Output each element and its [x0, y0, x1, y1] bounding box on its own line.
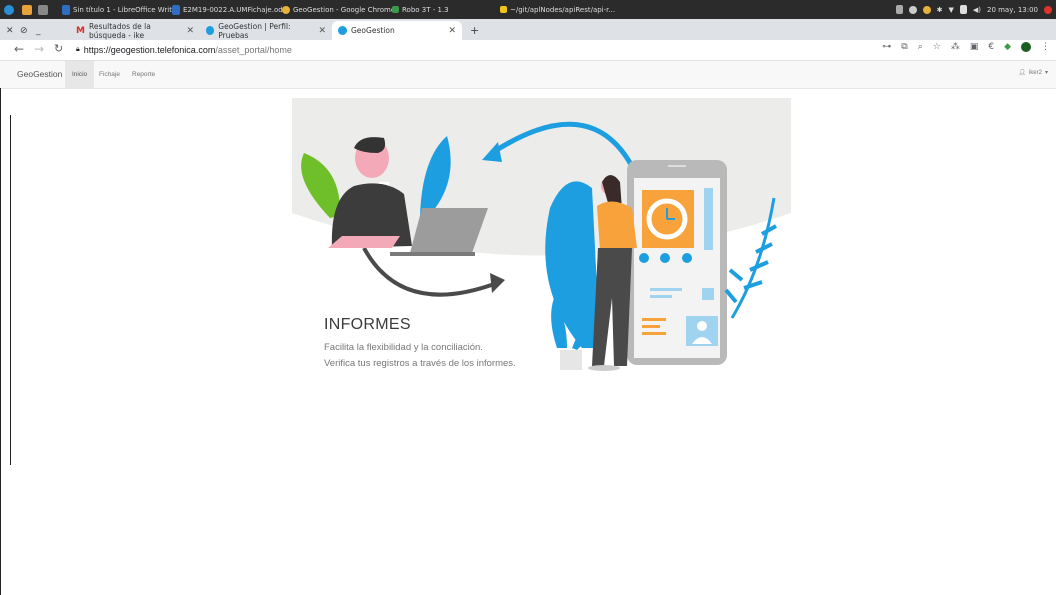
- browser-toolbar: ← → ↻ 🔒︎ https://geogestion.telefonica.c…: [0, 40, 1056, 61]
- close-tab-icon[interactable]: ✕: [318, 26, 326, 36]
- user-icon: 👤︎: [1018, 70, 1026, 76]
- woman-pants: [592, 248, 632, 366]
- tab-label: GeoGestion | Perfil: Pruebas: [218, 21, 291, 40]
- tab-geogestion[interactable]: GeoGestion ✕: [332, 21, 462, 40]
- reload-icon[interactable]: ↻: [54, 42, 63, 55]
- tab-label: GeoGestion: [351, 26, 395, 35]
- geogestion-favicon-icon: [338, 26, 347, 35]
- battery-icon[interactable]: [959, 5, 967, 14]
- zoom-icon[interactable]: ⌕: [918, 42, 923, 52]
- back-icon[interactable]: ←: [14, 42, 24, 56]
- gmail-icon: M: [76, 25, 85, 36]
- terminal-icon[interactable]: [38, 0, 48, 19]
- lock-icon: 🔒︎: [76, 46, 80, 53]
- user-menu[interactable]: 👤︎ iker2 ▾: [1018, 69, 1048, 77]
- file-manager-icon[interactable]: [22, 0, 32, 19]
- phone-sidebar: [704, 188, 713, 250]
- key-icon[interactable]: ⊶: [882, 42, 891, 52]
- window-edge: [0, 88, 1, 595]
- clock[interactable]: 20 may, 13:00: [987, 6, 1038, 14]
- tab-perfil[interactable]: GeoGestion | Perfil: Pruebas ✕: [200, 21, 332, 40]
- stop-icon: [682, 253, 692, 263]
- taskbar-item-odt[interactable]: E2M19-0022.A.UMFichaje.od...: [172, 0, 289, 19]
- brand-link[interactable]: GeoGestion: [17, 69, 62, 79]
- caret-down-icon: ▾: [1044, 70, 1048, 76]
- address-bar[interactable]: 🔒︎ https://geogestion.telefonica.com/ass…: [76, 43, 292, 57]
- app-menu-icon[interactable]: [4, 0, 14, 19]
- play-icon: [639, 253, 649, 263]
- laptop-base: [390, 252, 475, 256]
- user-name: iker2: [1028, 69, 1042, 76]
- text-cursor: [10, 115, 11, 465]
- taskbar-item-robo3t[interactable]: Robo 3T - 1.3: [392, 0, 449, 19]
- tab-label: Resultados de la búsqueda - ike: [88, 21, 151, 40]
- tab-strip: ✕ ⊘ _ M Resultados de la búsqueda - ike …: [0, 19, 1056, 40]
- hero-description-line2: Verifica tus registros a través de los i…: [324, 358, 516, 369]
- arrow-head-bottom: [490, 273, 505, 293]
- clipboard-icon[interactable]: [895, 5, 903, 14]
- extension-icon[interactable]: ⁂: [951, 42, 960, 52]
- taskbar-item-writer[interactable]: Sin título 1 - LibreOffice Writer: [62, 0, 179, 19]
- notification-icon[interactable]: [908, 5, 917, 14]
- wifi-icon[interactable]: ▼: [948, 6, 953, 14]
- plant-pot: [560, 350, 582, 370]
- nav-fichaje[interactable]: Fichaje: [92, 61, 127, 88]
- bluetooth-icon[interactable]: ✱: [937, 6, 943, 14]
- bookmark-star-icon[interactable]: ☆: [933, 42, 941, 52]
- power-icon[interactable]: [1044, 5, 1052, 14]
- nav-reporte[interactable]: Reporte: [125, 61, 162, 88]
- extension-icon[interactable]: ▣: [970, 42, 979, 52]
- tab-search-results[interactable]: M Resultados de la búsqueda - ike ✕: [70, 21, 200, 40]
- woman-shirt: [597, 201, 637, 250]
- pin-icon[interactable]: ⊘: [20, 21, 28, 40]
- taskbar-item-terminal[interactable]: ~/git/aplNodes/apiRest/api-r...: [500, 0, 615, 19]
- menu-kebab-icon[interactable]: ⋮: [1041, 42, 1050, 52]
- nav-inicio[interactable]: Inicio: [65, 61, 95, 88]
- profile-avatar[interactable]: [1021, 42, 1031, 52]
- translate-icon[interactable]: ⧉: [901, 42, 907, 52]
- new-tab-button[interactable]: +: [470, 21, 479, 40]
- extension-icon[interactable]: €: [988, 42, 994, 52]
- volume-icon[interactable]: ◀): [973, 6, 981, 14]
- extension-icon[interactable]: ◆: [1004, 42, 1011, 52]
- hero-description-line1: Facilita la flexibilidad y la conciliaci…: [324, 342, 483, 353]
- minimize-icon[interactable]: _: [36, 21, 41, 40]
- close-tab-icon[interactable]: ✕: [186, 26, 194, 36]
- app-navbar: GeoGestion Inicio Fichaje Reporte 👤︎ ike…: [0, 61, 1056, 89]
- close-window-icon[interactable]: ✕: [6, 21, 14, 40]
- os-taskbar: Sin título 1 - LibreOffice Writer E2M19-…: [0, 0, 1056, 19]
- geogestion-favicon-icon: [206, 26, 215, 35]
- pause-icon: [660, 253, 670, 263]
- forward-icon[interactable]: →: [34, 42, 44, 56]
- hero-title: INFORMES: [324, 316, 411, 333]
- chrome-tray-icon[interactable]: [922, 5, 931, 14]
- taskbar-item-chrome[interactable]: GeoGestion - Google Chrome: [282, 0, 395, 19]
- url-domain: https://geogestion.telefonica.com: [83, 45, 216, 55]
- system-tray: ✱ ▼ ◀) 20 may, 13:00: [895, 0, 1052, 19]
- toolbar-actions: ⊶ ⧉ ⌕ ☆ ⁂ ▣ € ◆ ⋮: [882, 42, 1050, 52]
- close-tab-icon[interactable]: ✕: [448, 26, 456, 36]
- url-path: /asset_portal/home: [215, 45, 292, 55]
